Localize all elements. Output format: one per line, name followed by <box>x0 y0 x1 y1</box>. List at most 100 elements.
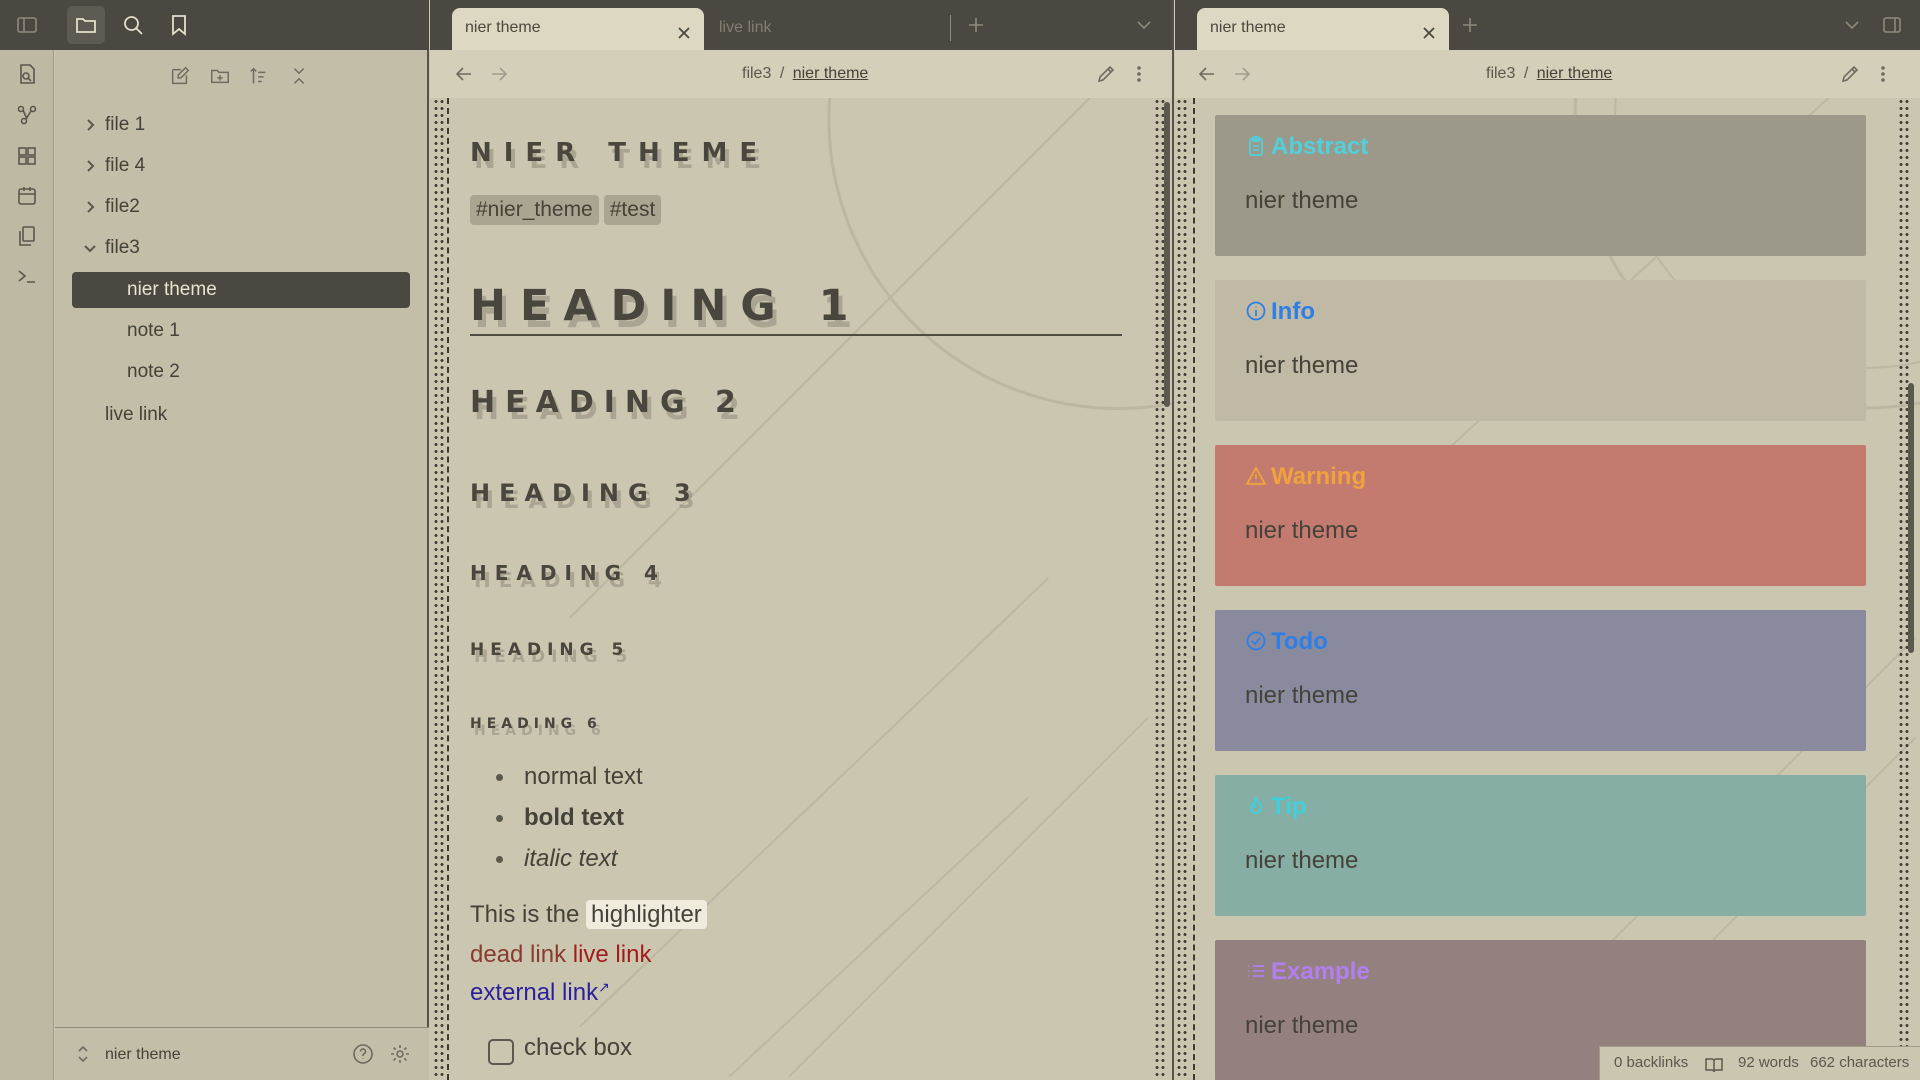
tree-file-nier-theme[interactable]: nier theme <box>72 272 410 308</box>
alert-triangle-icon <box>1245 465 1267 487</box>
sidebar-toggle[interactable] <box>0 0 55 50</box>
word-count: 92 words <box>1738 1054 1799 1071</box>
heading-5: HEADING 5 <box>470 640 630 660</box>
flame-icon <box>1245 795 1267 817</box>
more-options-icon[interactable] <box>1872 63 1894 85</box>
right-tab-bar: nier theme <box>1175 0 1920 50</box>
back-arrow-icon[interactable] <box>453 63 475 85</box>
search-icon[interactable] <box>121 13 145 37</box>
vault-name[interactable]: nier theme <box>105 1028 181 1080</box>
templates-icon[interactable] <box>15 224 39 248</box>
tree-folder-file3[interactable]: file3 <box>81 231 381 265</box>
callout-body: nier theme <box>1245 187 1359 214</box>
new-tab-plus-icon[interactable] <box>1459 14 1481 36</box>
callout-body: nier theme <box>1245 847 1359 874</box>
left-tab-bar: nier theme live link <box>430 0 1172 50</box>
bookmark-icon[interactable] <box>167 13 191 37</box>
edit-pencil-icon[interactable] <box>1839 63 1861 85</box>
close-tab-icon[interactable] <box>674 19 694 39</box>
live-link[interactable]: live link <box>573 941 652 968</box>
right-sidebar-toggle-icon[interactable] <box>1881 14 1903 36</box>
checkbox-label: check box <box>524 1034 633 1061</box>
task-checkbox[interactable] <box>488 1039 514 1065</box>
tree-file-note-2[interactable]: note 2 <box>72 355 410 389</box>
chevron-right-icon <box>81 190 99 224</box>
sort-icon[interactable] <box>248 65 272 89</box>
background-decoration <box>568 98 1172 1078</box>
note-title: NIER THEME <box>470 138 770 168</box>
list-item: normal text <box>496 756 643 797</box>
callout-title: Tip <box>1271 793 1307 820</box>
callout-body: nier theme <box>1245 517 1359 544</box>
tree-folder-file-1[interactable]: file 1 <box>81 108 381 142</box>
callout-title: Example <box>1271 958 1370 985</box>
tab-list-chevron-icon[interactable] <box>1133 14 1155 36</box>
breadcrumb-current[interactable]: nier theme <box>793 65 869 82</box>
new-folder-icon[interactable] <box>209 65 233 89</box>
info-icon <box>1245 300 1267 322</box>
heading-1-rule <box>470 334 1122 336</box>
breadcrumb-current[interactable]: nier theme <box>1537 65 1613 82</box>
heading-6: HEADING 6 <box>470 716 602 732</box>
sidebar-tab-bar <box>55 0 429 50</box>
list-item: italic text <box>496 838 643 879</box>
callout-title: Info <box>1271 298 1315 325</box>
tree-file-note-1[interactable]: note 1 <box>72 314 410 348</box>
tab-nier-theme[interactable]: nier theme <box>1197 8 1449 50</box>
vault-switcher: nier theme <box>55 1027 429 1080</box>
tree-file-live-link[interactable]: live link <box>81 398 381 432</box>
tree-folder-file2[interactable]: file2 <box>81 190 381 224</box>
file-nav-actions <box>55 62 429 92</box>
new-tab-plus-icon[interactable] <box>965 14 987 36</box>
tab-live-link[interactable]: live link <box>706 8 906 50</box>
dashed-rail <box>447 98 449 1080</box>
tag-nier-theme[interactable]: #nier_theme <box>470 195 599 225</box>
heading-3: HEADING 3 <box>470 479 700 507</box>
dead-link[interactable]: dead link <box>470 941 566 968</box>
breadcrumb-folder[interactable]: file3 <box>742 65 771 82</box>
new-note-icon[interactable] <box>169 65 193 89</box>
callout-title: Warning <box>1271 463 1367 490</box>
ribbon <box>0 0 54 1080</box>
callout-warning: Warning nier theme <box>1215 445 1866 586</box>
more-options-icon[interactable] <box>1128 63 1150 85</box>
terminal-icon[interactable] <box>15 264 39 288</box>
character-count: 662 characters <box>1810 1054 1910 1071</box>
tree-folder-file-4[interactable]: file 4 <box>81 149 381 183</box>
forward-arrow-icon[interactable] <box>1231 63 1253 85</box>
note-content[interactable]: Abstract nier theme Info nier theme Warn… <box>1175 98 1920 1080</box>
calendar-icon[interactable] <box>15 184 39 208</box>
canvas-icon[interactable] <box>15 144 39 168</box>
tag-list: #nier_theme #test <box>470 195 666 225</box>
scrollbar-thumb[interactable] <box>1164 102 1170 407</box>
file-explorer-icon[interactable] <box>74 13 98 37</box>
breadcrumb: file3 / nier theme <box>742 65 869 82</box>
back-arrow-icon[interactable] <box>1196 63 1218 85</box>
collapse-all-icon[interactable] <box>288 65 312 89</box>
tab-list-chevron-icon[interactable] <box>1841 14 1863 36</box>
external-link[interactable]: external link <box>470 979 598 1006</box>
scrollbar-thumb[interactable] <box>1908 383 1914 653</box>
quick-switcher-icon[interactable] <box>15 62 39 86</box>
vault-switch-icon[interactable] <box>72 1043 94 1065</box>
links-paragraph: dead link live link <box>470 941 651 969</box>
backlinks-count[interactable]: 0 backlinks <box>1614 1047 1688 1079</box>
callout-body: nier theme <box>1245 682 1359 709</box>
forward-arrow-icon[interactable] <box>488 63 510 85</box>
reading-view-book-icon[interactable] <box>1704 1054 1724 1073</box>
callout-todo: Todo nier theme <box>1215 610 1866 751</box>
breadcrumb-folder[interactable]: file3 <box>1486 65 1515 82</box>
settings-gear-icon[interactable] <box>389 1043 411 1065</box>
edit-pencil-icon[interactable] <box>1095 63 1117 85</box>
note-content[interactable]: NIER THEME #nier_theme #test HEADING 1 HE… <box>430 98 1172 1080</box>
heading-4: HEADING 4 <box>470 561 666 585</box>
check-circle-icon <box>1245 630 1267 652</box>
tab-nier-theme[interactable]: nier theme <box>452 8 704 50</box>
callout-body: nier theme <box>1245 352 1359 379</box>
tag-test[interactable]: #test <box>603 195 662 225</box>
list-item: bold text <box>496 797 643 838</box>
help-icon[interactable] <box>352 1043 374 1065</box>
graph-view-icon[interactable] <box>15 103 39 127</box>
callout-abstract: Abstract nier theme <box>1215 115 1866 256</box>
close-tab-icon[interactable] <box>1419 19 1439 39</box>
